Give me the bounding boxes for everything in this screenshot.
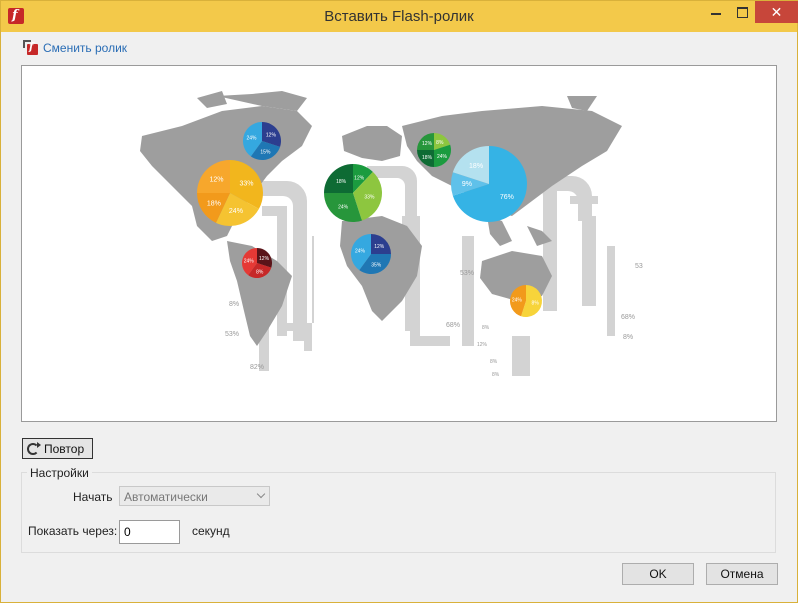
start-label: Начать: [73, 490, 113, 504]
replay-icon: [27, 441, 41, 455]
ok-button[interactable]: OK: [622, 563, 694, 585]
pie-label: 12%: [422, 141, 433, 147]
pie-label: 18%: [422, 155, 433, 161]
replay-button[interactable]: Повтор: [22, 438, 93, 459]
show-after-label: Показать через:: [28, 524, 118, 538]
pie-label: 24%: [247, 136, 258, 142]
pie-label: 9%: [462, 181, 472, 188]
change-clip-label: Сменить ролик: [43, 41, 128, 55]
pie-label: 18%: [469, 163, 483, 170]
pie-label: 24%: [512, 298, 523, 304]
start-select[interactable]: Автоматически: [119, 486, 270, 506]
pie-label: 24%: [338, 205, 349, 211]
right-label-1: 53: [635, 263, 643, 270]
change-clip-link[interactable]: f Сменить ролик: [23, 39, 127, 57]
small-label-2: 12%: [477, 342, 488, 348]
window-title: Вставить Flash-ролик: [324, 8, 474, 25]
pie-label: 18%: [336, 179, 347, 185]
pie-label: 33%: [364, 195, 375, 201]
pie-south-america: 12% 8%24%: [242, 248, 272, 278]
pie-africa: 12% 35% 24%: [351, 234, 391, 275]
pie-label: 8%: [256, 269, 264, 275]
insert-flash-dialog: f Вставить Flash-ролик ✕ f Сменить ролик: [0, 0, 798, 603]
minimize-icon: [711, 13, 721, 15]
chevron-down-icon: [256, 489, 266, 499]
flash-preview[interactable]: 8% 53% 82% 68% 53% 53 68% 8% 8% 12% 8% 8…: [21, 65, 777, 422]
small-label-3: 8%: [490, 359, 498, 365]
pie-label: 24%: [437, 154, 448, 160]
delay-input[interactable]: [119, 520, 180, 544]
pie-label: 24%: [244, 258, 255, 264]
maximize-button[interactable]: [729, 1, 756, 23]
pie-label: 8%: [532, 300, 540, 306]
pie-north-america-small: 12% 15% 24%: [243, 122, 281, 160]
mid-label: 68%: [446, 322, 460, 329]
asia-label: 53%: [460, 270, 474, 277]
small-label-1: 8%: [482, 325, 490, 331]
close-icon: ✕: [770, 4, 783, 20]
pie-north-america-large: 33% 24% 18% 12%: [197, 160, 263, 227]
replay-label: Повтор: [44, 441, 85, 456]
title-bar[interactable]: f Вставить Flash-ролик ✕: [1, 1, 798, 32]
pie-asia: 76% 9% 18%: [451, 146, 527, 222]
small-label-4: 8%: [492, 372, 500, 378]
right-label-3: 8%: [623, 334, 633, 341]
maximize-icon: [737, 7, 748, 18]
pie-label: 24%: [355, 248, 366, 254]
pie-australia: 8% 24%: [510, 285, 543, 317]
pie-label: 35%: [371, 262, 382, 268]
pie-label: 18%: [207, 200, 221, 207]
world-map-infographic: 8% 53% 82% 68% 53% 53 68% 8% 8% 12% 8% 8…: [140, 91, 643, 378]
right-label-2: 68%: [621, 314, 635, 321]
close-button[interactable]: ✕: [755, 1, 798, 23]
pie-label: 12%: [374, 244, 385, 250]
change-clip-icon: f: [23, 40, 39, 56]
pie-label: 12%: [354, 175, 365, 181]
left-label-2: 53%: [225, 331, 239, 338]
pie-label: 24%: [229, 208, 243, 215]
settings-legend: Настройки: [27, 466, 92, 480]
pie-europe: 12% 33% 24% 18%: [324, 164, 382, 222]
pie-label: 15%: [260, 149, 271, 155]
pie-label: 12%: [209, 176, 223, 183]
pie-label: 33%: [239, 180, 253, 187]
left-label-1: 8%: [229, 301, 239, 308]
pie-label: 12%: [266, 133, 277, 139]
pie-label: 12%: [259, 256, 270, 262]
pie-russia: 8% 24% 18% 12%: [417, 133, 451, 167]
ribbons: [247, 166, 615, 376]
minimize-button[interactable]: [702, 1, 729, 23]
cancel-button[interactable]: Отмена: [706, 563, 778, 585]
pie-label: 76%: [500, 194, 514, 201]
pie-label: 8%: [436, 140, 444, 146]
seconds-label: секунд: [192, 524, 230, 538]
start-select-value: Автоматически: [124, 490, 208, 504]
left-label-3: 82%: [250, 364, 264, 371]
